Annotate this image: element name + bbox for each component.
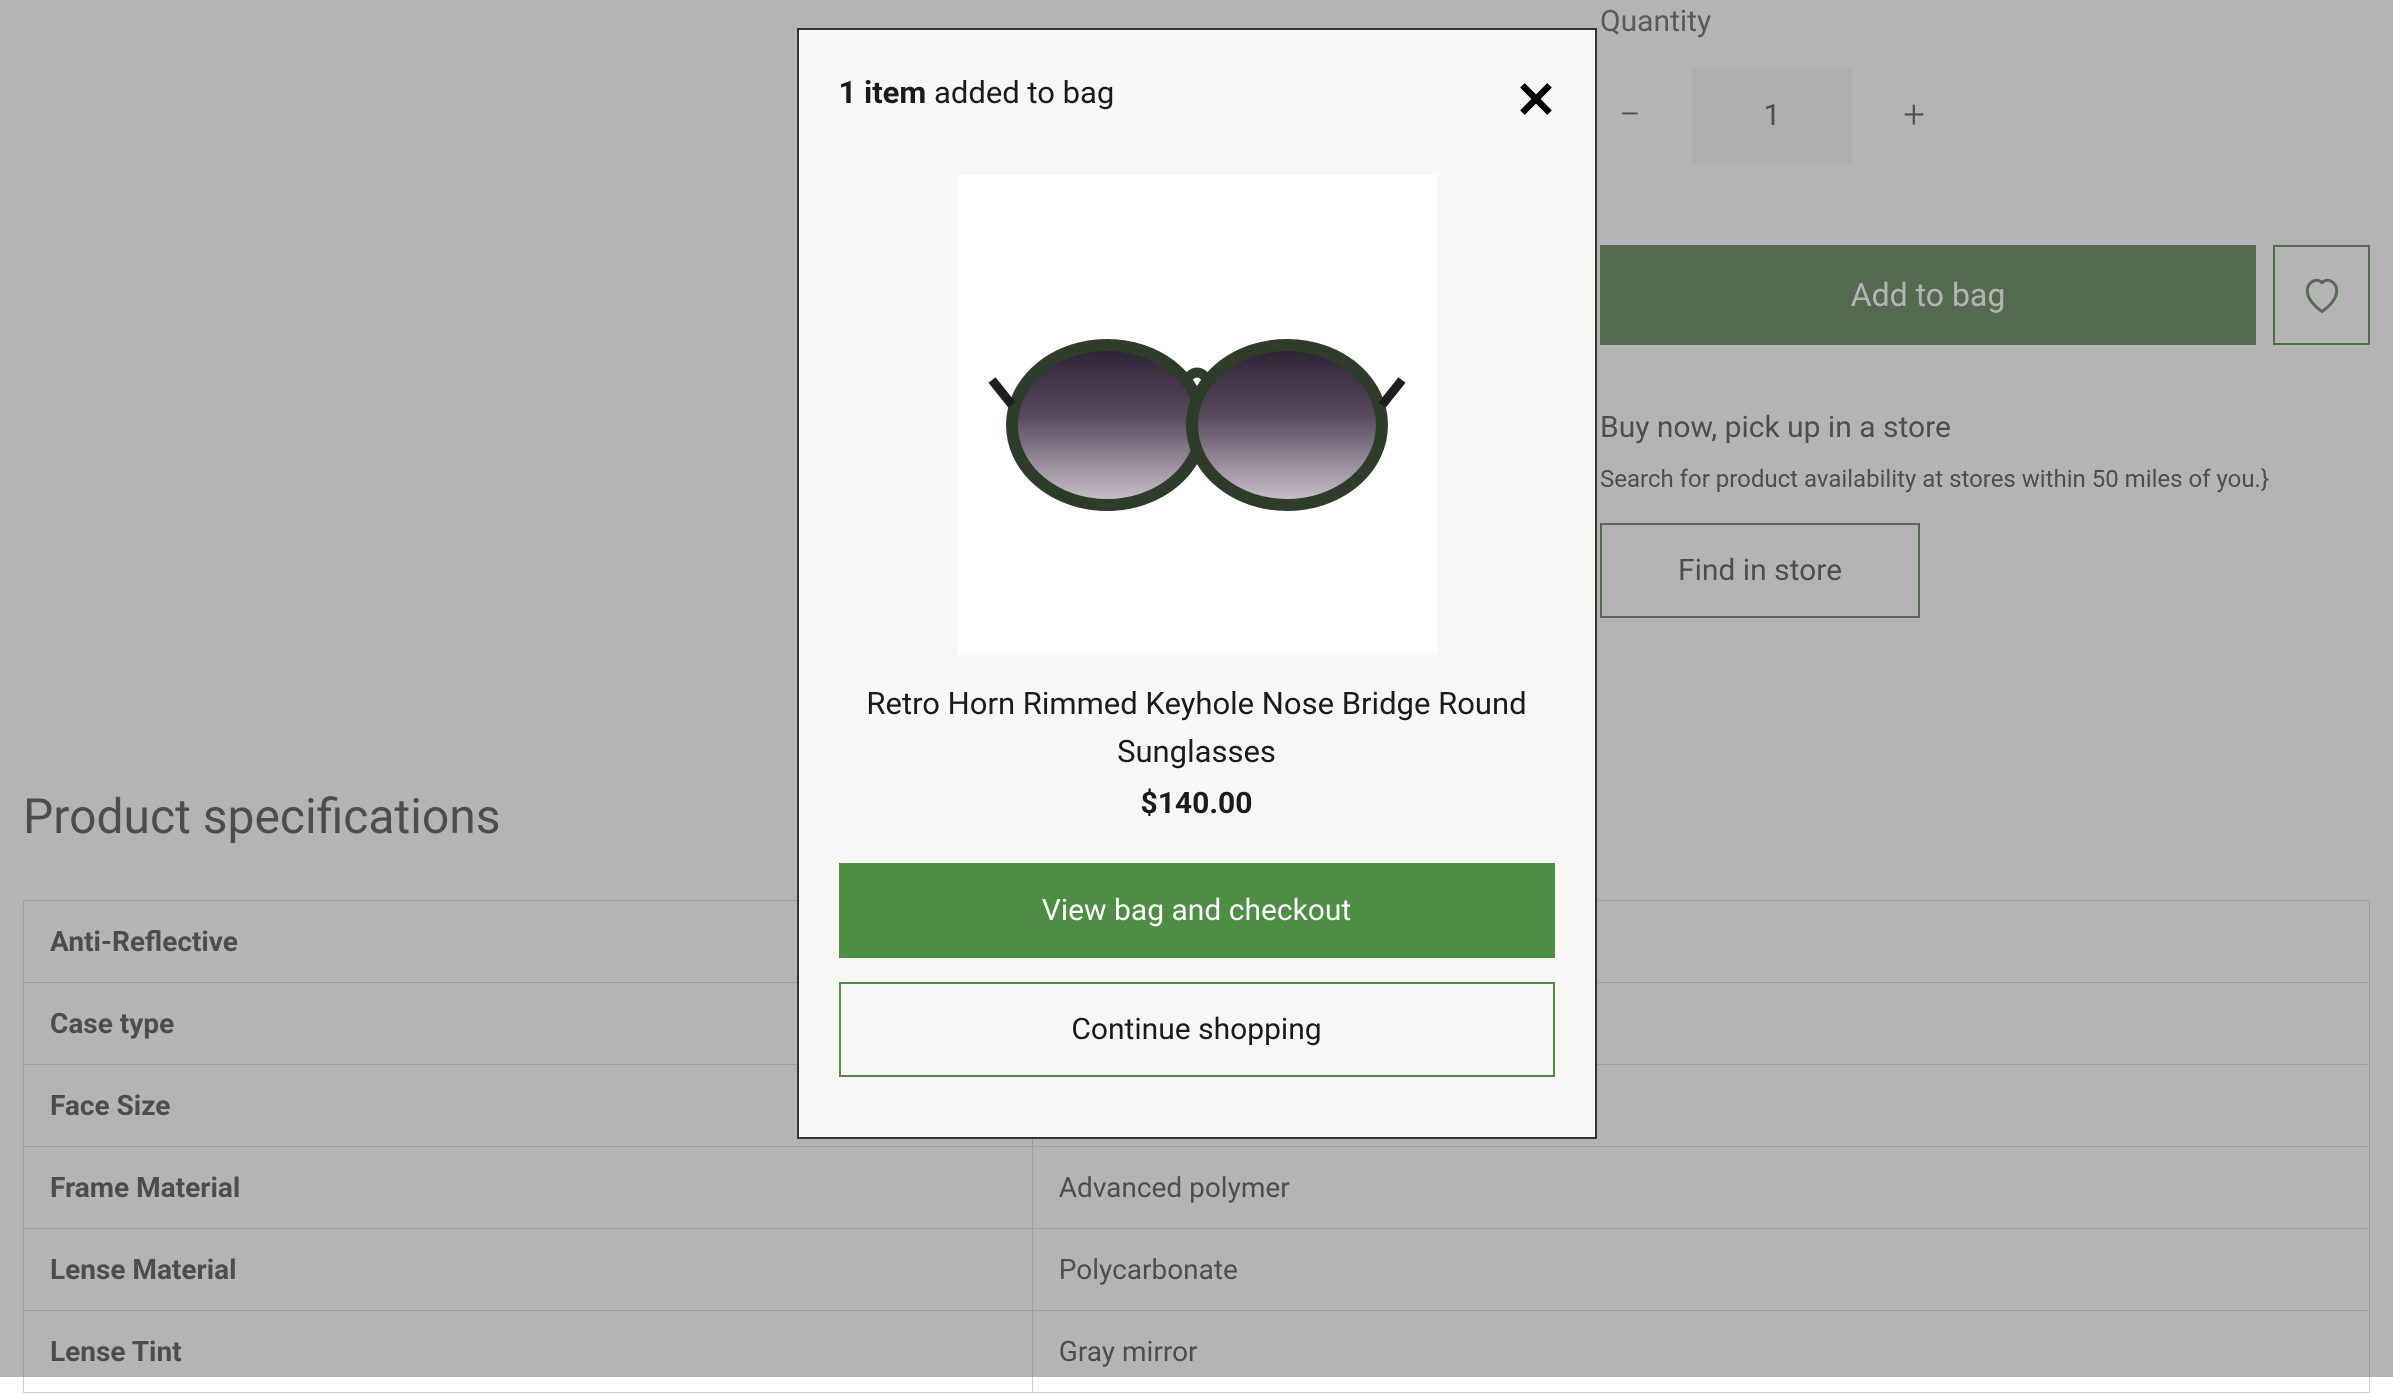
modal-overlay: 1 item added to bag <box>0 0 2393 1377</box>
modal-product-image <box>957 175 1437 655</box>
view-bag-checkout-button[interactable]: View bag and checkout <box>839 863 1555 958</box>
modal-header-rest: added to bag <box>934 74 1114 111</box>
modal-header: 1 item added to bag <box>839 74 1555 111</box>
sunglasses-icon <box>987 305 1407 525</box>
modal-product-name: Retro Horn Rimmed Keyhole Nose Bridge Ro… <box>839 680 1555 776</box>
close-modal-button[interactable] <box>1519 82 1553 122</box>
close-icon <box>1519 82 1553 116</box>
modal-header-count: 1 item <box>839 74 927 111</box>
continue-shopping-button[interactable]: Continue shopping <box>839 982 1555 1077</box>
modal-product-price: $140.00 <box>839 786 1555 821</box>
added-to-bag-modal: 1 item added to bag <box>797 28 1597 1139</box>
